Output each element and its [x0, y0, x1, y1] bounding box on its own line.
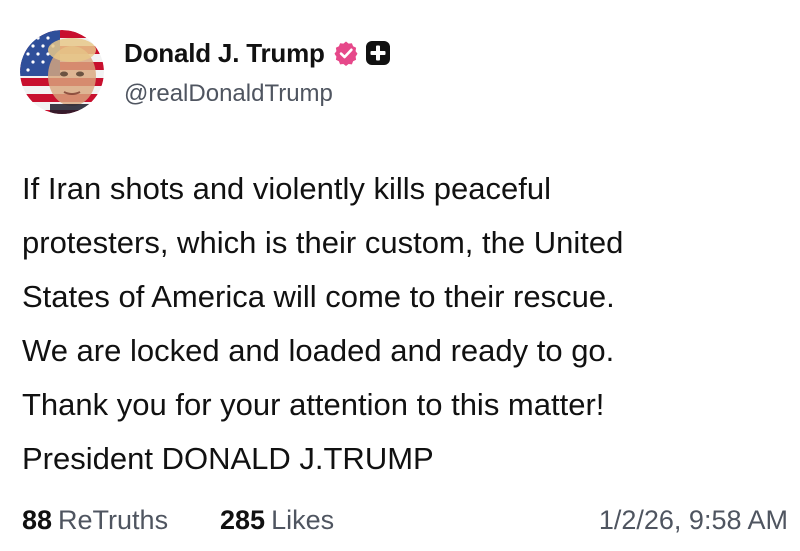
retruths-stat[interactable]: 88 ReTruths	[22, 500, 168, 540]
retruths-label: ReTruths	[58, 505, 169, 535]
avatar-image	[20, 30, 104, 114]
likes-count: 285	[220, 505, 266, 535]
retruths-count: 88	[22, 505, 53, 535]
likes-stat[interactable]: 285 Likes	[220, 500, 334, 540]
author-handle[interactable]: @realDonaldTrump	[124, 80, 333, 108]
plus-badge-icon	[365, 40, 391, 66]
post-footer: 88 ReTruths 285 Likes 1/2/26, 9:58 AM	[22, 500, 788, 540]
post-text-line: States of America will come to their res…	[22, 279, 615, 314]
author-row: Donald J. Trump	[124, 36, 391, 70]
likes-label: Likes	[271, 505, 335, 535]
author-name[interactable]: Donald J. Trump	[124, 38, 325, 69]
post-text-line: If Iran shots and violently kills peacef…	[22, 171, 551, 206]
avatar[interactable]	[20, 30, 104, 114]
post-text-line: protesters, which is their custom, the U…	[22, 225, 624, 260]
post-text-line: Thank you for your attention to this mat…	[22, 387, 605, 422]
verified-badge-icon	[333, 40, 359, 66]
post-timestamp[interactable]: 1/2/26, 9:58 AM	[599, 500, 788, 540]
post-body: If Iran shots and violently kills peacef…	[22, 162, 792, 486]
post-text-line: We are locked and loaded and ready to go…	[22, 333, 615, 368]
post-text-line: President DONALD J.TRUMP	[22, 441, 434, 476]
truth-post: Donald J. Trump @realDonaldTrump If Iran…	[0, 0, 800, 551]
